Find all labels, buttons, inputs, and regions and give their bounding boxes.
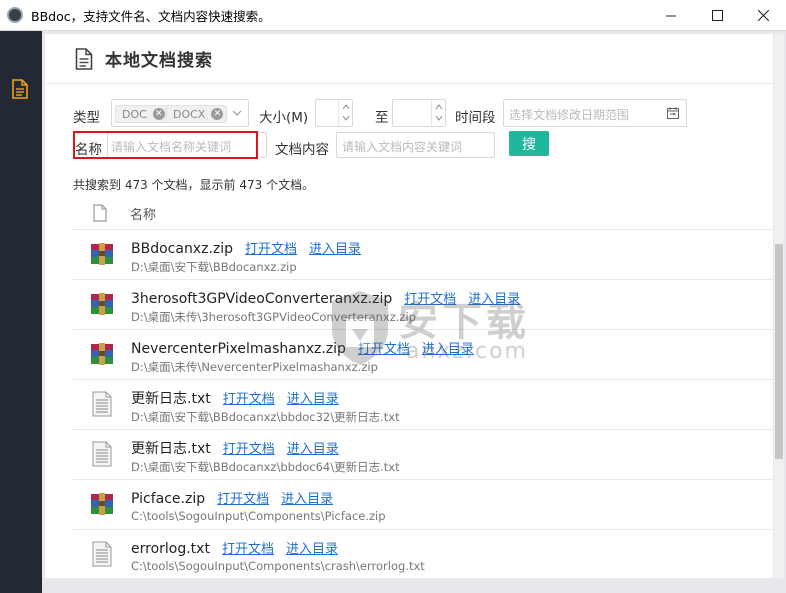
size-max-stepper[interactable] [431, 100, 445, 126]
calendar-icon[interactable] [667, 107, 679, 119]
size-min-input[interactable] [315, 99, 353, 127]
window-controls [648, 0, 786, 31]
sidebar [0, 31, 42, 593]
minimize-icon [665, 15, 676, 17]
size-label: 大小(M) [259, 110, 309, 126]
title-bar: BBdoc，支持文件名、文档内容快速搜索。 [0, 0, 786, 31]
type-select[interactable]: DOC ✕ DOCX ✕ [111, 99, 249, 127]
file-name: Picface.zip 打开文档 进入目录 [131, 491, 334, 507]
bottom-strip [42, 578, 786, 593]
file-path: D:\桌面\安下载\BBdocanxz.zip [131, 260, 297, 274]
content-label: 文档内容 [275, 142, 329, 158]
open-directory-link[interactable]: 进入目录 [309, 242, 361, 257]
list-item[interactable]: 更新日志.txt 打开文档 进入目录 D:\桌面\安下载\BBdocanxz\bbdo… [73, 430, 773, 480]
list-item[interactable]: BBdocanxz.zip 打开文档 进入目录 D:\桌面\安下载\BBdocanxz… [73, 230, 773, 280]
document-icon[interactable] [11, 79, 29, 99]
result-list: BBdocanxz.zip 打开文档 进入目录 D:\桌面\安下载\BBdocanxz… [73, 230, 773, 580]
size-to-label: 至 [375, 110, 389, 126]
watermark-subtext: anxz.com [406, 339, 528, 364]
open-document-link[interactable]: 打开文档 [223, 442, 275, 457]
page-header: 本地文档搜索 [45, 34, 773, 84]
column-header-name: 名称 [130, 207, 157, 223]
chevron-up-icon[interactable] [435, 104, 443, 110]
file-path: C:\tools\SogouInput\Components\Picface.z… [131, 509, 386, 523]
list-item[interactable]: Picface.zip 打开文档 进入目录 C:\tools\SogouInput\C… [73, 480, 773, 530]
page-title: 本地文档搜索 [105, 51, 213, 71]
period-label: 时间段 [455, 110, 496, 126]
type-tag-docx: DOCX ✕ [166, 105, 228, 123]
zip-archive-icon [89, 341, 115, 367]
file-name: 更新日志.txt 打开文档 进入目录 [131, 391, 339, 407]
close-button[interactable] [740, 0, 786, 31]
file-name: 更新日志.txt 打开文档 进入目录 [131, 441, 339, 457]
text-file-icon [89, 541, 115, 567]
text-file-icon [89, 441, 115, 467]
maximize-button[interactable] [694, 0, 740, 31]
file-icon [93, 204, 107, 222]
file-name: BBdocanxz.zip 打开文档 进入目录 [131, 241, 362, 257]
list-item[interactable]: 更新日志.txt 打开文档 进入目录 D:\桌面\安下载\BBdocanxz\bbdo… [73, 380, 773, 430]
size-max-input[interactable] [392, 99, 446, 127]
list-item[interactable]: errorlog.txt 打开文档 进入目录 C:\tools\SogouInput\… [73, 530, 773, 580]
file-path: D:\桌面\安下载\BBdocanxz\bbdoc32\更新日志.txt [131, 410, 400, 424]
search-button[interactable]: 搜 [509, 131, 549, 156]
document-icon [75, 47, 93, 70]
shield-logo-icon [332, 291, 388, 365]
file-path: D:\桌面\安下载\BBdocanxz\bbdoc64\更新日志.txt [131, 460, 400, 474]
zip-archive-icon [89, 491, 115, 517]
open-directory-link[interactable]: 进入目录 [287, 442, 339, 457]
chevron-down-icon[interactable] [435, 115, 443, 121]
remove-tag-icon[interactable]: ✕ [152, 108, 165, 120]
file-name: errorlog.txt 打开文档 进入目录 [131, 541, 338, 557]
name-field-highlight [73, 131, 258, 159]
chevron-up-icon[interactable] [342, 104, 350, 110]
main-panel: 本地文档搜索 类型 DOC ✕ DOCX ✕ 大小(M) 至 时间段 选择文档修… [45, 34, 773, 580]
close-icon [757, 10, 769, 21]
chevron-down-icon[interactable] [231, 107, 243, 119]
text-file-icon [89, 391, 115, 417]
open-document-link[interactable]: 打开文档 [245, 242, 297, 257]
zip-archive-icon [89, 291, 115, 317]
open-directory-link[interactable]: 进入目录 [287, 392, 339, 407]
open-directory-link[interactable]: 进入目录 [281, 492, 333, 507]
open-directory-link[interactable]: 进入目录 [286, 542, 338, 557]
remove-tag-icon[interactable]: ✕ [211, 108, 224, 120]
open-document-link[interactable]: 打开文档 [222, 542, 274, 557]
content-placeholder: 请输入文档内容关键词 [342, 140, 463, 154]
minimize-button[interactable] [648, 0, 694, 31]
result-summary: 共搜索到 473 个文档，显示前 473 个文档。 [73, 178, 315, 192]
zip-archive-icon [89, 241, 115, 267]
size-min-stepper[interactable] [338, 100, 352, 126]
date-range-picker[interactable]: 选择文档修改日期范围 [503, 99, 687, 127]
list-header: 名称 [73, 197, 773, 230]
scrollbar-thumb[interactable] [775, 244, 783, 459]
type-label: 类型 [73, 110, 100, 126]
type-tag-doc: DOC ✕ [115, 105, 169, 123]
maximize-icon [711, 10, 723, 21]
date-range-placeholder: 选择文档修改日期范围 [509, 108, 630, 122]
chevron-down-icon[interactable] [342, 115, 350, 121]
file-path: C:\tools\SogouInput\Components\crash\err… [131, 559, 425, 573]
vertical-scrollbar[interactable] [774, 34, 784, 578]
window-title: BBdoc，支持文件名、文档内容快速搜索。 [31, 8, 271, 24]
watermark: 安下载 anxz.com [330, 289, 570, 369]
content-search-input[interactable]: 请输入文档内容关键词 [336, 132, 495, 158]
app-logo-icon [7, 7, 23, 23]
open-document-link[interactable]: 打开文档 [223, 392, 275, 407]
open-document-link[interactable]: 打开文档 [217, 492, 269, 507]
